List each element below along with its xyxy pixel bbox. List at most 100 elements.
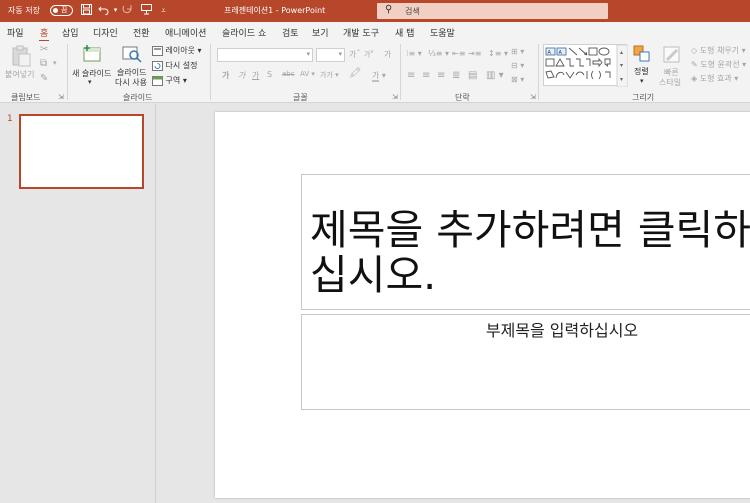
shape-outline-button[interactable]: ✎ 도형 윤곽선 ▾	[691, 59, 746, 70]
subtitle-placeholder[interactable]: 부제목을 입력하십시오	[301, 314, 750, 410]
tab-design[interactable]: 디자인	[93, 26, 118, 39]
search-placeholder: 검색	[405, 7, 420, 16]
columns-icon[interactable]: ▥ ▾	[486, 70, 504, 81]
copy-icon[interactable]: ⧉	[40, 58, 47, 69]
line-spacing-icon[interactable]: ↕≡ ▾	[488, 49, 508, 58]
save-icon[interactable]	[80, 4, 93, 17]
title-placeholder-text: 제목을 추가하려면 클릭하 십시오.	[310, 206, 750, 299]
tab-view[interactable]: 보기	[312, 26, 329, 39]
clipboard-launcher-icon[interactable]: ⇲	[58, 93, 64, 101]
align-left-icon[interactable]: ≡	[407, 70, 415, 81]
tab-help[interactable]: 도움말	[430, 26, 455, 39]
increase-indent-icon[interactable]: ⇥≡	[468, 49, 481, 58]
highlight-color-icon[interactable]: 🖍	[349, 68, 362, 79]
tab-insert[interactable]: 삽입	[62, 26, 79, 39]
title-placeholder[interactable]: 제목을 추가하려면 클릭하 십시오.	[301, 174, 750, 310]
copy-dropdown-icon[interactable]: ▾	[53, 59, 57, 67]
paragraph-launcher-icon[interactable]: ⇲	[530, 93, 536, 101]
svg-text:▾: ▾	[620, 62, 623, 69]
font-launcher-icon[interactable]: ⇲	[392, 93, 398, 101]
shrink-font-button[interactable]: 가v	[364, 49, 373, 59]
tab-developer[interactable]: 개발 도구	[343, 26, 379, 39]
arrange-dropdown-icon[interactable]: ▾	[640, 77, 644, 85]
change-case-button[interactable]: 가가 ▾	[320, 70, 339, 80]
strikethrough-button[interactable]: abc	[282, 70, 295, 78]
smartart-icon[interactable]: ⊠ ▾	[511, 75, 524, 84]
ribbon: 붙여넣기 ✂ ⧉ ▾ ✎ 클립보드 ⇲ 새 슬라이드 ▾ 슬라이드 다시 사용 …	[0, 41, 750, 103]
arrange-button[interactable]: 정렬	[634, 66, 649, 77]
divider	[400, 44, 401, 100]
drawing-group-label: 그리기	[632, 93, 655, 102]
customize-qat-icon[interactable]: ⩡	[157, 4, 170, 17]
numbering-icon[interactable]: ⅓≡ ▾	[428, 49, 449, 58]
shape-effects-label: 도형 효과	[699, 74, 732, 83]
format-painter-icon[interactable]: ✎	[40, 73, 48, 84]
bullets-icon[interactable]: ⁝≡ ▾	[406, 49, 422, 58]
slide-thumbnail[interactable]	[19, 114, 144, 189]
section-label: 구역	[165, 76, 181, 85]
quick-styles-label-line2[interactable]: 스타일	[659, 77, 681, 88]
tab-home[interactable]: 홈	[38, 26, 50, 42]
section-button[interactable]: 구역 ▾	[152, 75, 187, 86]
font-color-button[interactable]: 가 ▾	[372, 70, 386, 82]
present-icon[interactable]	[140, 4, 153, 17]
grow-font-button[interactable]: 가^	[349, 49, 361, 60]
section-icon	[152, 75, 163, 86]
char-spacing-button[interactable]: AV ▾	[300, 70, 315, 78]
shape-outline-label: 도형 윤곽선	[700, 60, 740, 69]
new-slide-dropdown-icon[interactable]: ▾	[88, 78, 92, 86]
align-center-icon[interactable]: ≡	[422, 70, 430, 81]
search-box[interactable]: ⚲ 검색	[377, 3, 608, 19]
shape-effects-button[interactable]: ◈ 도형 효과 ▾	[691, 73, 738, 84]
paste-button[interactable]: 붙여넣기	[5, 69, 34, 80]
tab-new[interactable]: 새 탭	[395, 26, 414, 39]
decrease-indent-icon[interactable]: ⇤≡	[452, 49, 465, 58]
tab-review[interactable]: 검토	[282, 26, 299, 39]
tab-animations[interactable]: 애니메이션	[165, 26, 206, 39]
layout-button[interactable]: 레이아웃 ▾	[152, 45, 202, 56]
shape-fill-icon: ◇	[691, 46, 698, 55]
reuse-slide-icon[interactable]	[122, 44, 142, 66]
title-bar: 자동 저장 끔 ▾ ⩡ 프레젠테이션1 - PowerPoint ⚲ 검색	[0, 0, 750, 22]
slide-thumbnail-pane: 1	[0, 104, 156, 503]
paste-icon[interactable]	[10, 45, 32, 69]
shadow-button[interactable]: S	[267, 70, 272, 79]
quick-styles-icon[interactable]	[662, 45, 682, 67]
slide-number: 1	[7, 114, 13, 124]
new-slide-icon[interactable]	[82, 44, 102, 66]
italic-button[interactable]: 가	[238, 70, 245, 81]
align-text-icon[interactable]: ⊟ ▾	[511, 61, 524, 70]
divider	[538, 44, 539, 100]
svg-text:▴: ▴	[620, 49, 623, 56]
slide-canvas[interactable]: 제목을 추가하려면 클릭하 십시오. 부제목을 입력하십시오	[215, 112, 750, 498]
underline-button[interactable]: 가	[252, 70, 259, 81]
shapes-gallery[interactable]: A A ▴ ▾ ▾	[543, 44, 629, 88]
toggle-knob	[53, 8, 58, 13]
font-size-combo[interactable]: ▾	[316, 48, 345, 62]
distribute-icon[interactable]: ▤	[468, 70, 477, 81]
clipboard-group-label: 클립보드	[11, 93, 41, 102]
tab-slideshow[interactable]: 슬라이드 쇼	[222, 26, 266, 39]
svg-text:▾: ▾	[620, 76, 623, 83]
ribbon-tabs: 파일 홈 삽입 디자인 전환 애니메이션 슬라이드 쇼 검토 보기 개발 도구 …	[0, 22, 750, 42]
svg-text:A: A	[548, 50, 552, 56]
redo-icon[interactable]	[121, 4, 134, 17]
text-direction-icon[interactable]: ⊞ ▾	[511, 47, 524, 56]
clear-format-button[interactable]: 가	[384, 49, 391, 60]
font-name-combo[interactable]: ▾	[217, 48, 313, 62]
autosave-toggle[interactable]: 끔	[50, 5, 73, 16]
reuse-slide-label-line2[interactable]: 다시 사용	[115, 77, 147, 88]
arrange-icon[interactable]	[633, 45, 651, 65]
shape-fill-button[interactable]: ◇ 도형 채우기 ▾	[691, 45, 746, 56]
shape-outline-icon: ✎	[691, 60, 698, 69]
layout-icon	[152, 45, 163, 56]
shape-effects-icon: ◈	[691, 74, 698, 83]
bold-button[interactable]: 가	[222, 70, 229, 81]
cut-icon[interactable]: ✂	[40, 44, 48, 55]
align-right-icon[interactable]: ≡	[437, 70, 445, 81]
autosave-label: 자동 저장	[8, 6, 40, 15]
reset-button[interactable]: 다시 설정	[152, 60, 198, 71]
justify-icon[interactable]: ≣	[452, 70, 460, 81]
tab-file[interactable]: 파일	[7, 26, 24, 39]
tab-transitions[interactable]: 전환	[133, 26, 150, 39]
